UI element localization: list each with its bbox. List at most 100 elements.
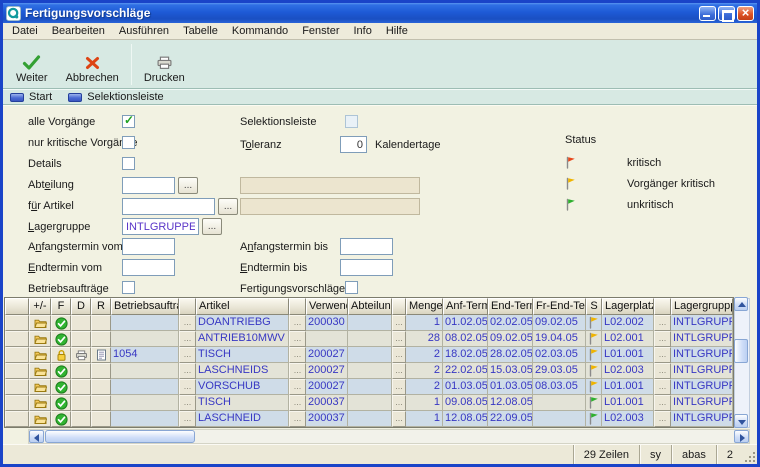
cell-abteilung[interactable] <box>348 331 392 347</box>
row-selector-cell[interactable] <box>5 315 29 331</box>
cell-artikel[interactable]: VORSCHUB <box>196 379 289 395</box>
cell-end_term[interactable]: 02.02.05 <box>488 315 533 331</box>
folder-icon[interactable] <box>29 411 51 427</box>
cell-artikel[interactable]: TISCH <box>196 395 289 411</box>
empty-icon-cell[interactable] <box>71 411 91 427</box>
lookup-dots-cell[interactable]: ... <box>654 379 671 395</box>
weiter-button[interactable]: Weiter <box>7 42 57 87</box>
row-selector-cell[interactable] <box>5 331 29 347</box>
cell-end_term[interactable]: 22.09.05 <box>488 411 533 427</box>
column-header-Menge[interactable]: Menge <box>406 298 443 315</box>
cell-menge[interactable]: 2 <box>406 363 443 379</box>
cell-betriebsauftrag[interactable] <box>111 363 179 379</box>
empty-icon-cell[interactable] <box>71 331 91 347</box>
tab-selektionsleiste[interactable]: Selektionsleiste <box>68 91 163 103</box>
flag-green-icon[interactable] <box>586 395 602 411</box>
cell-end_term[interactable]: 12.08.05 <box>488 395 533 411</box>
ok-icon[interactable] <box>51 411 71 427</box>
anfangstermin-bis-input[interactable] <box>340 238 393 255</box>
empty-icon-cell[interactable] <box>71 363 91 379</box>
cell-fr_end_term[interactable]: 29.03.05 <box>533 363 586 379</box>
cell-fr_end_term[interactable]: 08.03.05 <box>533 379 586 395</box>
lookup-dots-cell[interactable]: ... <box>654 395 671 411</box>
flag-yellow-icon[interactable] <box>586 347 602 363</box>
cell-betriebsauftrag[interactable] <box>111 395 179 411</box>
empty-icon-cell[interactable] <box>91 363 111 379</box>
cell-betriebsauftrag[interactable] <box>111 331 179 347</box>
scroll-down-button[interactable] <box>734 414 748 428</box>
cell-verwend[interactable]: 200027 <box>306 379 348 395</box>
column-header-dots1[interactable] <box>179 298 196 315</box>
folder-icon[interactable] <box>29 347 51 363</box>
cell-menge[interactable]: 28 <box>406 331 443 347</box>
column-header-Anf-Term[interactable]: Anf-Term <box>443 298 488 315</box>
lock-icon[interactable] <box>51 347 71 363</box>
lookup-dots-cell[interactable]: ... <box>289 331 306 347</box>
menu-item-datei[interactable]: Datei <box>5 24 45 38</box>
menu-item-bearbeiten[interactable]: Bearbeiten <box>45 24 112 38</box>
empty-icon-cell[interactable] <box>71 395 91 411</box>
column-header-D[interactable]: D <box>71 298 91 315</box>
lookup-dots-cell[interactable]: ... <box>654 315 671 331</box>
cell-lagerplatz[interactable]: L02.003 <box>602 411 654 427</box>
lookup-dots-cell[interactable]: ... <box>654 331 671 347</box>
tab-start[interactable]: Start <box>10 91 52 103</box>
cell-betriebsauftrag[interactable] <box>111 411 179 427</box>
cell-anf_term[interactable]: 09.08.05 <box>443 395 488 411</box>
cell-abteilung[interactable] <box>348 363 392 379</box>
toleranz-input[interactable] <box>340 136 367 153</box>
alle-vorgaenge-checkbox[interactable] <box>122 115 135 128</box>
cell-lagerplatz[interactable]: L01.001 <box>602 395 654 411</box>
lookup-dots-cell[interactable]: ... <box>289 347 306 363</box>
cell-lagergruppe[interactable]: INTLGRUPPE <box>671 411 733 427</box>
cell-fr_end_term[interactable]: 19.04.05 <box>533 331 586 347</box>
cell-lagerplatz[interactable]: L02.002 <box>602 315 654 331</box>
cell-anf_term[interactable]: 22.02.05 <box>443 363 488 379</box>
close-button[interactable] <box>737 6 754 21</box>
cell-verwend[interactable] <box>306 331 348 347</box>
cell-fr_end_term[interactable] <box>533 411 586 427</box>
scroll-up-button[interactable] <box>734 297 748 311</box>
menu-item-info[interactable]: Info <box>346 24 378 38</box>
cell-lagerplatz[interactable]: L02.003 <box>602 363 654 379</box>
cell-menge[interactable]: 2 <box>406 347 443 363</box>
cell-betriebsauftrag[interactable] <box>111 379 179 395</box>
lookup-dots-cell[interactable]: ... <box>392 331 406 347</box>
cell-end_term[interactable]: 15.03.05 <box>488 363 533 379</box>
abteilung-input[interactable] <box>122 177 175 194</box>
lookup-dots-cell[interactable]: ... <box>654 363 671 379</box>
lookup-dots-cell[interactable]: ... <box>392 395 406 411</box>
cell-abteilung[interactable] <box>348 315 392 331</box>
anfangstermin-vom-input[interactable] <box>122 238 175 255</box>
lookup-dots-cell[interactable]: ... <box>179 363 196 379</box>
cell-artikel[interactable]: ANTRIEB10MWV <box>196 331 289 347</box>
cell-betriebsauftrag[interactable] <box>111 315 179 331</box>
column-header-Betriebsauftrag[interactable]: Betriebsauftrag <box>111 298 179 315</box>
row-selector-cell[interactable] <box>5 363 29 379</box>
ok-icon[interactable] <box>51 331 71 347</box>
empty-icon-cell[interactable] <box>91 331 111 347</box>
column-header-R[interactable]: R <box>91 298 111 315</box>
cell-anf_term[interactable]: 01.02.05 <box>443 315 488 331</box>
ok-icon[interactable] <box>51 395 71 411</box>
cell-abteilung[interactable] <box>348 347 392 363</box>
menu-item-tabelle[interactable]: Tabelle <box>176 24 225 38</box>
folder-icon[interactable] <box>29 315 51 331</box>
lookup-dots-cell[interactable]: ... <box>654 411 671 427</box>
resize-grip[interactable] <box>743 445 757 464</box>
selektionsleiste-checkbox[interactable] <box>345 115 358 128</box>
cell-menge[interactable]: 1 <box>406 395 443 411</box>
flag-green-icon[interactable] <box>586 411 602 427</box>
cell-menge[interactable]: 2 <box>406 379 443 395</box>
fuer-artikel-lookup-button[interactable]: ... <box>218 198 238 215</box>
row-selector-cell[interactable] <box>5 411 29 427</box>
ok-icon[interactable] <box>51 363 71 379</box>
vertical-scroll-thumb[interactable] <box>734 339 748 363</box>
folder-icon[interactable] <box>29 331 51 347</box>
column-header-dots4[interactable] <box>654 298 671 315</box>
column-header-Lagergrupppe[interactable]: Lagergrupppe <box>671 298 733 315</box>
cell-abteilung[interactable] <box>348 395 392 411</box>
cell-lagergruppe[interactable]: INTLGRUPPE <box>671 315 733 331</box>
cell-end_term[interactable]: 01.03.05 <box>488 379 533 395</box>
cell-lagerplatz[interactable]: L01.001 <box>602 379 654 395</box>
